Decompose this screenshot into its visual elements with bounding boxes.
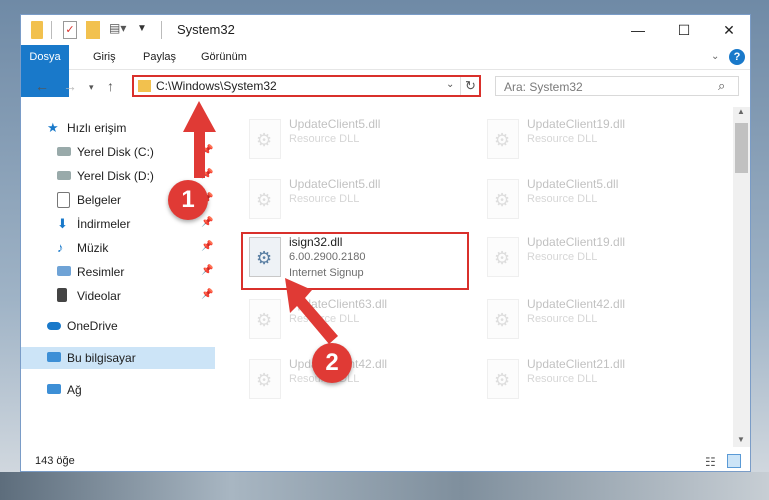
callout-badge-one: 1 xyxy=(168,180,208,220)
arrow-one xyxy=(183,101,216,178)
arrow-two xyxy=(285,278,338,344)
annotation-arrows xyxy=(183,101,338,344)
callout-badge-two: 2 xyxy=(312,343,352,383)
